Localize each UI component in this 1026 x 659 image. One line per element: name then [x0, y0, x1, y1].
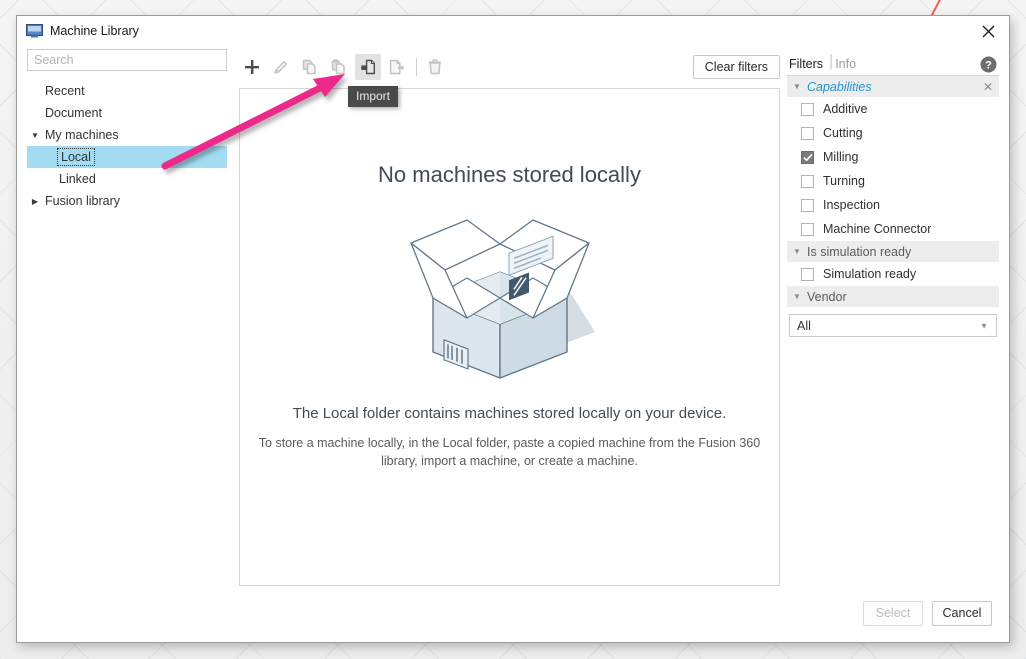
- plus-icon: [244, 59, 260, 75]
- chevron-down-icon[interactable]: ▼: [980, 321, 988, 330]
- filter-group-title: Vendor: [807, 289, 847, 304]
- dialog-body: RecentDocument▼My machinesLocalLinked▶Fu…: [17, 46, 1009, 590]
- dialog-title: Machine Library: [50, 24, 139, 38]
- chevron-down-icon[interactable]: ▼: [27, 131, 43, 140]
- edit-machine-button: [268, 54, 294, 80]
- copy-icon: [302, 59, 318, 75]
- chevron-right-icon[interactable]: ▶: [27, 197, 43, 206]
- filter-option-milling[interactable]: Milling: [787, 145, 999, 169]
- tab-filters[interactable]: Filters: [787, 57, 829, 75]
- filter-option-label: Inspection: [823, 198, 880, 212]
- filter-option-inspection[interactable]: Inspection: [787, 193, 999, 217]
- select-button[interactable]: Select: [863, 600, 923, 626]
- filter-option-simulation-ready[interactable]: Simulation ready: [787, 262, 999, 286]
- filter-option-label: Machine Connector: [823, 222, 932, 236]
- tree-item-local[interactable]: Local: [27, 146, 227, 168]
- filters-panel: Filters | Info ? ▼ Capabilities ✕ Additive Cut…: [787, 46, 999, 590]
- machines-panel: Clear filters No machines stored locally: [227, 46, 787, 590]
- machines-toolbar: Clear filters: [239, 46, 780, 88]
- checkbox-icon[interactable]: [801, 222, 814, 236]
- chevron-down-icon[interactable]: ▼: [787, 82, 807, 91]
- search-input[interactable]: [27, 49, 227, 71]
- dialog-footer: Select Cancel: [17, 590, 1009, 642]
- import-icon: [360, 59, 376, 75]
- checkbox-icon[interactable]: [801, 102, 814, 116]
- copy-button: [297, 54, 323, 80]
- filter-option-additive[interactable]: Additive: [787, 97, 999, 121]
- export-icon: [389, 59, 405, 75]
- vendor-select[interactable]: All ▼: [789, 314, 997, 337]
- empty-state-subheading: The Local folder contains machines store…: [292, 405, 727, 422]
- clear-filters-button[interactable]: Clear filters: [692, 55, 780, 79]
- filter-option-label: Cutting: [823, 126, 863, 140]
- import-button[interactable]: [355, 54, 381, 80]
- tab-info[interactable]: Info: [833, 57, 862, 75]
- tree-item-label: Linked: [59, 172, 96, 186]
- paste-button: [326, 54, 352, 80]
- toolbar-separator: [416, 58, 417, 76]
- chevron-down-icon[interactable]: ▼: [787, 247, 807, 256]
- checkbox-checked-icon[interactable]: [801, 150, 814, 164]
- filter-group-capabilities[interactable]: ▼ Capabilities ✕: [787, 76, 999, 97]
- vendor-select-value: All: [797, 318, 811, 333]
- tree-item-label: My machines: [45, 128, 119, 142]
- filter-option-machine-connector[interactable]: Machine Connector: [787, 217, 999, 241]
- filters-list: ▼ Capabilities ✕ Additive Cutting Milling Turn…: [787, 76, 999, 590]
- empty-state-description: To store a machine locally, in the Local…: [258, 436, 761, 469]
- tree-item-label: Document: [45, 106, 102, 120]
- filter-option-label: Additive: [823, 102, 868, 116]
- tree-item-label: Recent: [45, 84, 85, 98]
- checkbox-icon[interactable]: [801, 174, 814, 188]
- machines-content-panel: No machines stored locally The Local fol…: [239, 88, 780, 586]
- filter-group-title: Is simulation ready: [807, 244, 912, 259]
- delete-button: [422, 54, 448, 80]
- filter-group-is-simulation-ready[interactable]: ▼ Is simulation ready: [787, 241, 999, 262]
- paste-icon: [331, 59, 347, 75]
- checkbox-icon[interactable]: [801, 126, 814, 140]
- tree-item-recent[interactable]: Recent: [27, 80, 227, 102]
- export-button: [384, 54, 410, 80]
- tree-item-label: Fusion library: [45, 194, 121, 208]
- new-machine-button[interactable]: [239, 54, 265, 80]
- empty-state-heading: No machines stored locally: [378, 162, 641, 187]
- library-tree: Recent Document ▼ My machines Local Linked ▶ Fu…: [27, 80, 227, 212]
- filter-option-label: Simulation ready: [823, 267, 917, 281]
- pencil-icon: [273, 59, 289, 75]
- machine-library-dialog: Machine Library RecentDocument▼My machin…: [16, 15, 1010, 643]
- tree-item-my-machines[interactable]: ▼ My machines: [27, 124, 227, 146]
- checkbox-icon[interactable]: [801, 267, 814, 281]
- svg-text:?: ?: [985, 59, 992, 71]
- filter-option-cutting[interactable]: Cutting: [787, 121, 999, 145]
- filter-group-close-icon[interactable]: ✕: [983, 76, 993, 97]
- library-tree-panel: Recent Document ▼My machines Local Linked ▶Fu…: [27, 46, 227, 590]
- tree-item-fusion-library[interactable]: ▶ Fusion library: [27, 190, 227, 212]
- tree-item-linked[interactable]: Linked: [27, 168, 227, 190]
- dialog-titlebar: Machine Library: [17, 16, 1009, 46]
- filter-group-vendor[interactable]: ▼ Vendor: [787, 286, 999, 307]
- tree-item-label: Local: [57, 148, 95, 166]
- checkbox-icon[interactable]: [801, 198, 814, 212]
- filter-option-label: Milling: [823, 150, 859, 164]
- chevron-down-icon[interactable]: ▼: [787, 292, 807, 301]
- filters-tabstrip: Filters | Info ?: [787, 50, 999, 76]
- help-circle-icon[interactable]: ?: [980, 56, 997, 73]
- filter-option-label: Turning: [823, 174, 865, 188]
- monitor-icon: [26, 24, 43, 38]
- tree-item-document[interactable]: Document: [27, 102, 227, 124]
- filter-group-title: Capabilities: [807, 79, 872, 94]
- filter-option-turning[interactable]: Turning: [787, 169, 999, 193]
- open-empty-box-illustration: [395, 200, 625, 385]
- trash-icon: [427, 59, 443, 75]
- cancel-button[interactable]: Cancel: [932, 600, 992, 626]
- close-icon[interactable]: [975, 19, 1001, 43]
